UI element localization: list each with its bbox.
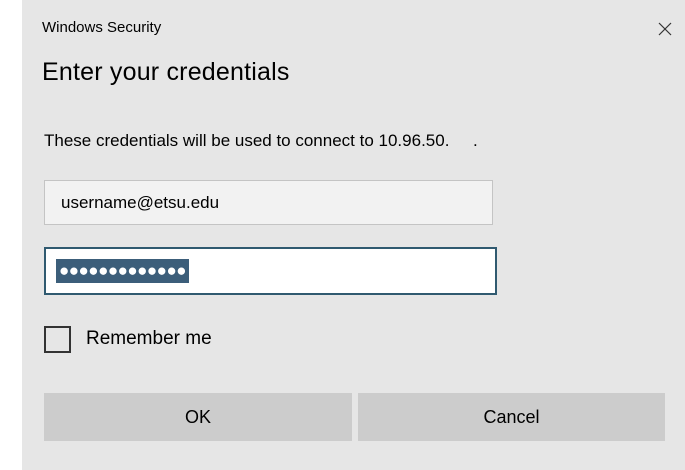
cancel-button[interactable]: Cancel <box>358 393 665 441</box>
close-button[interactable] <box>645 8 685 50</box>
username-field[interactable]: username@etsu.edu <box>44 180 493 225</box>
remember-me-checkbox[interactable] <box>44 325 71 353</box>
remember-me-row[interactable]: Remember me <box>44 324 212 354</box>
ok-button[interactable]: OK <box>44 393 352 441</box>
window-title: Windows Security <box>42 19 162 36</box>
password-masked-text: ●●●●●●●●●●●●● <box>56 259 189 283</box>
remember-me-label[interactable]: Remember me <box>86 328 212 350</box>
close-icon <box>657 21 673 37</box>
dialog-heading: Enter your credentials <box>42 58 290 86</box>
password-field[interactable]: ●●●●●●●●●●●●● <box>44 247 497 295</box>
credential-dialog: Windows Security Enter your credentials … <box>22 0 685 470</box>
dialog-description: These credentials will be used to connec… <box>44 131 478 150</box>
